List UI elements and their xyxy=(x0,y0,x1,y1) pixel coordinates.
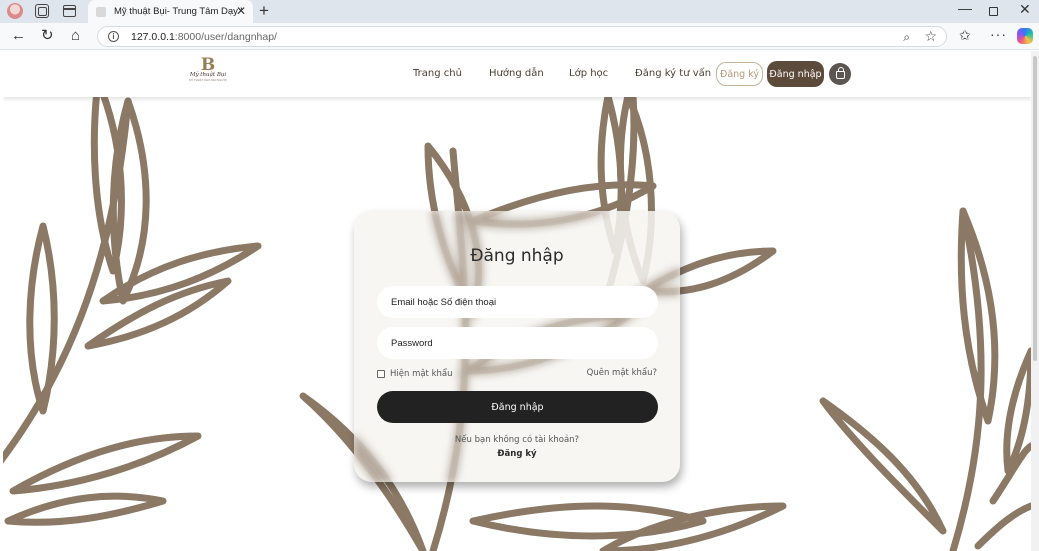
back-arrow-icon[interactable]: ← xyxy=(11,28,26,44)
nav-item-home[interactable]: Trang chủ xyxy=(413,68,462,79)
show-password-label: Hiện mật khẩu xyxy=(390,369,453,379)
scrollbar-thumb[interactable] xyxy=(1033,56,1037,361)
favorites-icon[interactable]: ✩ xyxy=(959,28,971,43)
cart-button[interactable] xyxy=(829,63,851,85)
shopping-bag-icon xyxy=(835,67,845,79)
tab-favicon-icon xyxy=(96,6,106,17)
nav-item-consult[interactable]: Đăng ký tư vấn xyxy=(635,68,711,79)
login-card: Đăng nhập Hiện mật khẩu Quên mật khẩu? Đ… xyxy=(354,211,680,482)
zoom-icon[interactable]: ⌕ xyxy=(903,30,910,45)
site-info-icon[interactable]: i xyxy=(108,31,119,42)
header-register-button[interactable]: Đăng ký xyxy=(716,62,763,86)
login-submit-button[interactable]: Đăng nhập xyxy=(377,391,658,423)
window-minimize-icon[interactable]: — xyxy=(958,0,972,16)
favorite-star-icon[interactable]: ☆ xyxy=(924,28,937,45)
nav-item-classes[interactable]: Lớp học xyxy=(569,68,608,79)
browser-tab-active[interactable]: Mỹ thuật Bụi- Trung Tâm Dạy Vẽ Đ ✕ xyxy=(88,0,253,23)
browser-tab-bar: Mỹ thuật Bụi- Trung Tâm Dạy Vẽ Đ ✕ + — ✕ xyxy=(0,0,1039,23)
email-field[interactable] xyxy=(377,286,658,318)
register-link[interactable]: Đăng ký xyxy=(354,449,680,459)
header-login-button[interactable]: Đăng nhập xyxy=(767,61,824,87)
url-path: :8000/user/dangnhap/ xyxy=(174,30,277,43)
url-host: 127.0.0.1 xyxy=(131,30,175,43)
nav-item-guide[interactable]: Hướng dẫn xyxy=(489,68,544,79)
url-input[interactable]: i 127.0.0.1:8000/user/dangnhap/ ⌕ ☆ xyxy=(97,26,947,47)
show-password-checkbox[interactable] xyxy=(377,370,385,378)
url-text: 127.0.0.1:8000/user/dangnhap/ xyxy=(131,31,277,43)
login-title: Đăng nhập xyxy=(470,246,564,266)
tab-close-icon[interactable]: ✕ xyxy=(236,5,246,17)
profile-avatar-icon[interactable] xyxy=(7,3,23,19)
forgot-password-link[interactable]: Quên mật khẩu? xyxy=(587,368,657,378)
page-viewport: B Mỹ thuật Bụi MỸ THUẬT CHO MỌI NGƯỜI Tr… xyxy=(3,51,1031,551)
home-icon[interactable]: ⌂ xyxy=(71,28,80,44)
browser-address-bar: ← ↻ ⌂ i 127.0.0.1:8000/user/dangnhap/ ⌕ … xyxy=(0,23,1039,50)
workspaces-icon[interactable] xyxy=(35,4,49,18)
window-close-icon[interactable]: ✕ xyxy=(1019,1,1031,18)
site-logo[interactable]: B Mỹ thuật Bụi MỸ THUẬT CHO MỌI NGƯỜI xyxy=(187,57,229,89)
logo-tagline: MỸ THUẬT CHO MỌI NGƯỜI xyxy=(189,78,227,82)
no-account-text: Nếu bạn không có tài khoản? xyxy=(454,435,580,445)
tab-actions-icon[interactable] xyxy=(63,5,76,17)
site-header: B Mỹ thuật Bụi MỸ THUẬT CHO MỌI NGƯỜI Tr… xyxy=(3,51,1031,97)
password-field[interactable] xyxy=(377,327,658,359)
new-tab-icon[interactable]: + xyxy=(259,2,269,20)
reload-icon[interactable]: ↻ xyxy=(41,28,54,44)
window-maximize-icon[interactable] xyxy=(989,7,998,16)
copilot-icon[interactable] xyxy=(1017,28,1033,44)
tab-title: Mỹ thuật Bụi- Trung Tâm Dạy Vẽ Đ xyxy=(114,6,242,17)
show-password-row[interactable]: Hiện mật khẩu xyxy=(377,369,453,379)
more-menu-icon[interactable]: ··· xyxy=(990,26,1007,42)
